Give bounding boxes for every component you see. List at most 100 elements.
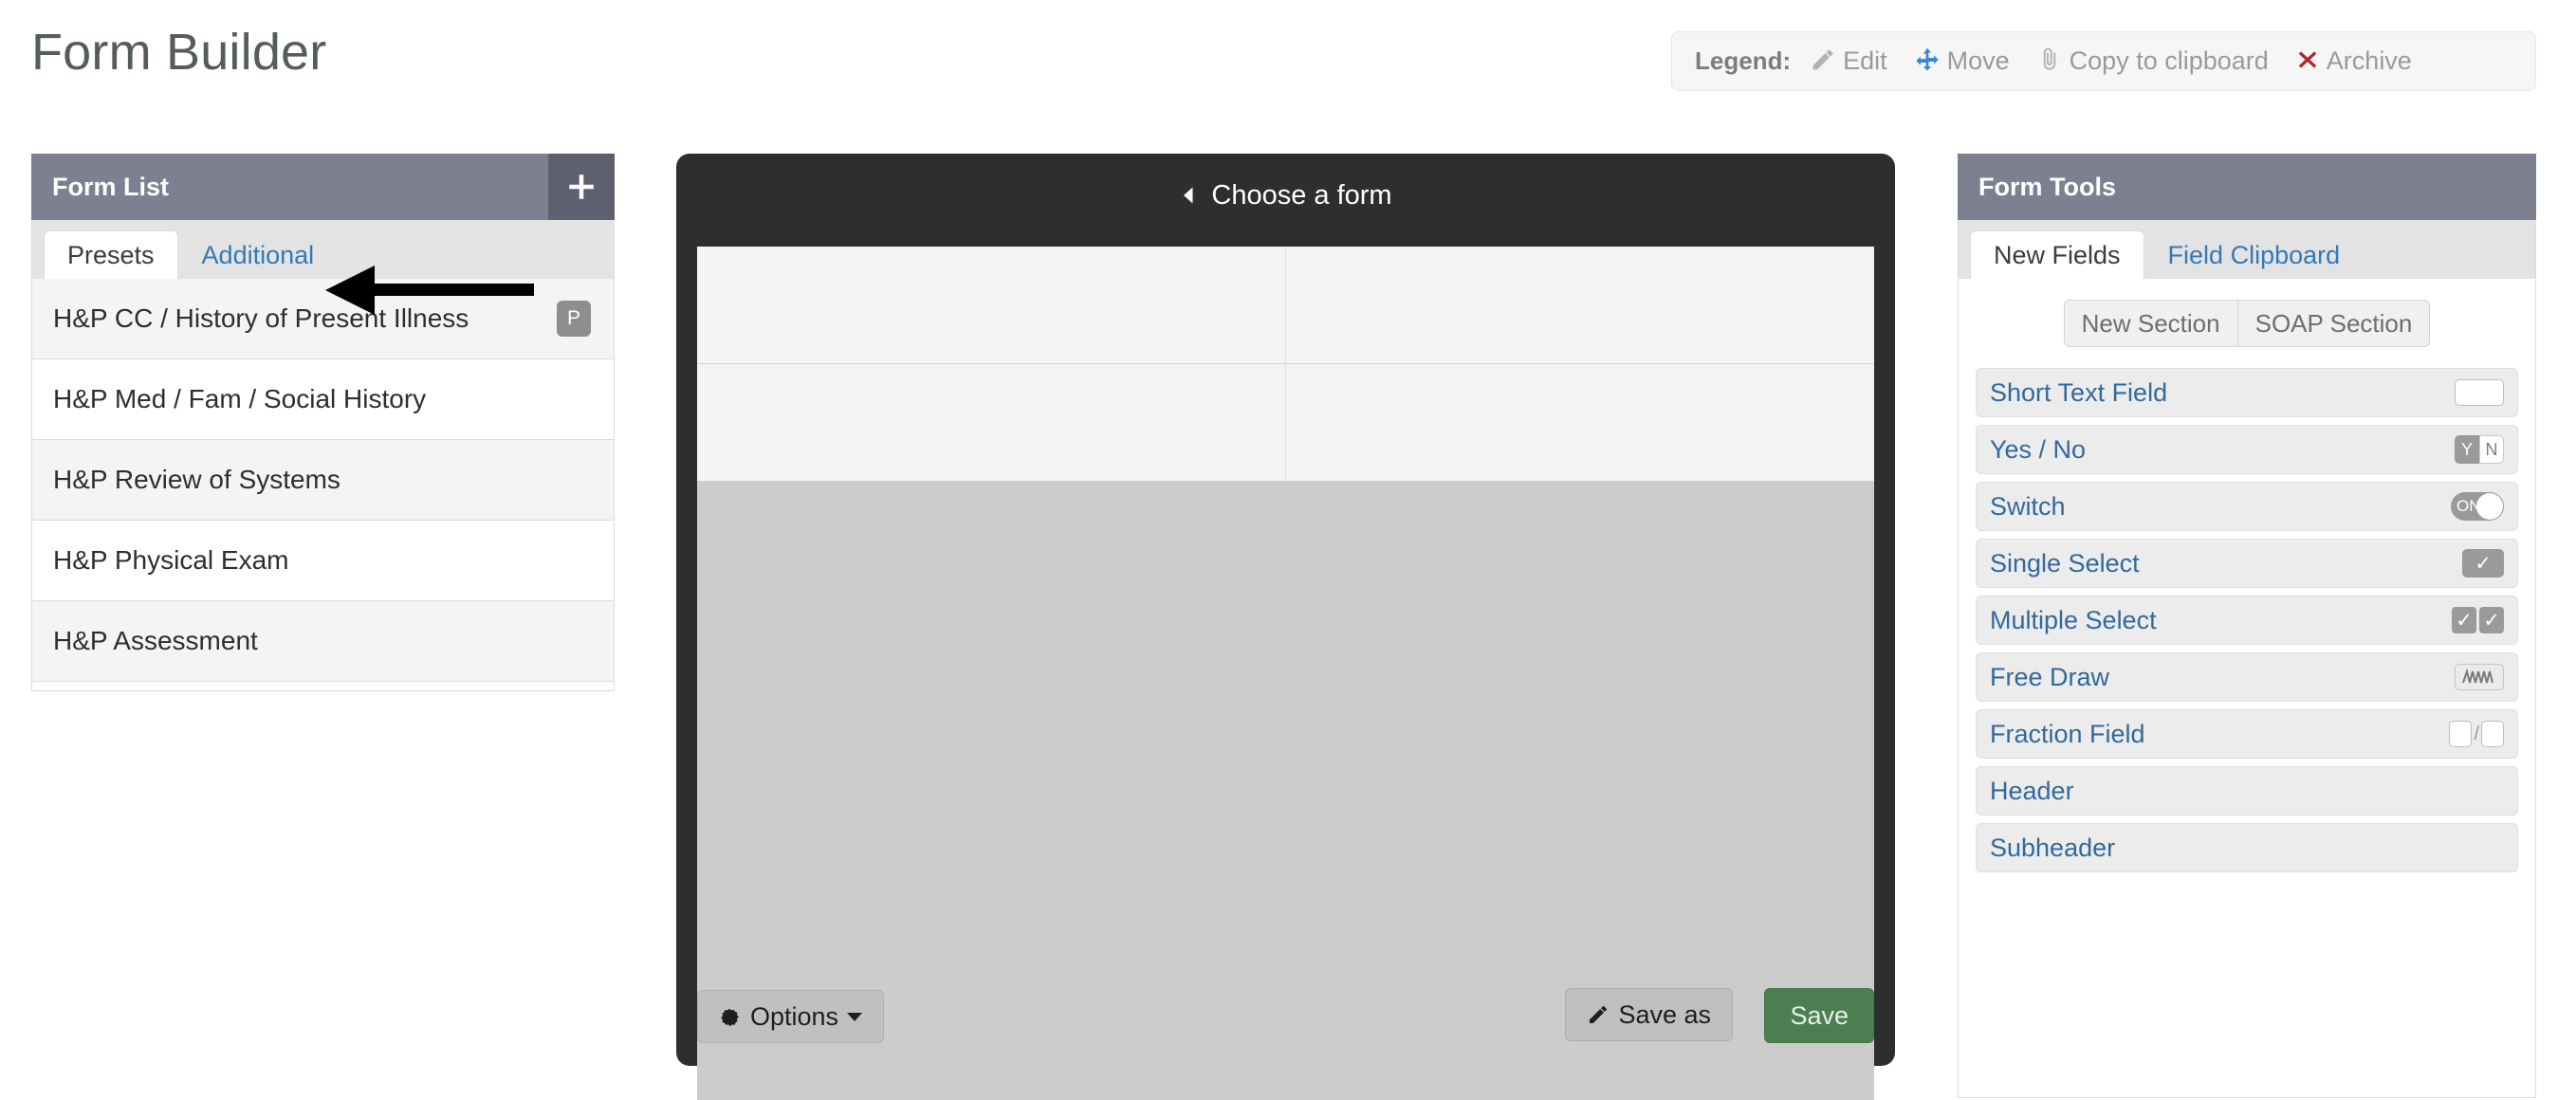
save-as-label: Save as bbox=[1618, 999, 1711, 1029]
field-label: Short Text Field bbox=[1990, 377, 2168, 407]
field-item-short-text[interactable]: Short Text Field bbox=[1976, 368, 2518, 417]
field-label: Free Draw bbox=[1990, 662, 2110, 691]
list-item-label: H&P Med / Fam / Social History bbox=[53, 384, 427, 413]
list-item[interactable]: H&P Assessment bbox=[32, 601, 614, 682]
plus-icon bbox=[569, 174, 594, 199]
field-label: Subheader bbox=[1990, 833, 2116, 862]
list-item-label: H&P Review of Systems bbox=[53, 465, 340, 494]
form-tools-panel: Form Tools New Fields Field Clipboard Ne… bbox=[1958, 154, 2536, 1098]
x-mark-icon bbox=[2295, 47, 2320, 76]
pencil-icon bbox=[1810, 46, 1836, 77]
field-label: Fraction Field bbox=[1990, 719, 2145, 748]
legend-item-copy: Copy to clipboard bbox=[2036, 46, 2269, 77]
legend-copy-label: Copy to clipboard bbox=[2069, 46, 2269, 75]
yes-badge: Y bbox=[2455, 435, 2479, 464]
fraction-slash: / bbox=[2474, 723, 2479, 744]
form-list-panel: Form List Presets Additional H&P CC / Hi… bbox=[31, 154, 615, 691]
legend-box: Legend: Edit Move Copy to clipboard Arch… bbox=[1671, 31, 2536, 91]
canvas-cell[interactable] bbox=[1285, 247, 1874, 364]
tab-additional[interactable]: Additional bbox=[178, 230, 339, 280]
yes-no-toggle-icon: Y N bbox=[2455, 435, 2504, 464]
legend-item-edit: Edit bbox=[1810, 46, 1887, 77]
list-item[interactable]: H&P Med / Fam / Social History bbox=[32, 359, 614, 440]
soap-section-button[interactable]: SOAP Section bbox=[2236, 300, 2431, 347]
preset-badge: P bbox=[557, 301, 591, 337]
field-item-free-draw[interactable]: Free Draw bbox=[1976, 652, 2518, 702]
form-list-title: Form List bbox=[52, 172, 170, 201]
annotation-arrow bbox=[325, 266, 534, 315]
save-label: Save bbox=[1790, 1000, 1849, 1030]
page-title: Form Builder bbox=[31, 24, 327, 81]
switch-icon: ON bbox=[2451, 492, 2504, 521]
form-tools-header: Form Tools bbox=[1958, 154, 2536, 220]
field-item-single-select[interactable]: Single Select ✓ bbox=[1976, 539, 2518, 588]
arrow-left-icon bbox=[1184, 187, 1193, 204]
multi-checkbox-icon: ✓ ✓ bbox=[2449, 607, 2504, 633]
form-tools-body: New Section SOAP Section Short Text Fiel… bbox=[1958, 279, 2536, 1098]
pencil-icon bbox=[1590, 1006, 1608, 1023]
new-section-button[interactable]: New Section bbox=[2063, 300, 2237, 347]
tab-field-clipboard[interactable]: Field Clipboard bbox=[2144, 230, 2364, 280]
chevron-down-icon bbox=[847, 1012, 863, 1021]
field-label: Switch bbox=[1990, 491, 2066, 521]
list-item[interactable]: H&P Plan bbox=[32, 682, 614, 690]
form-tools-title: Form Tools bbox=[1978, 172, 2116, 201]
form-list-items: H&P CC / History of Present Illness P H&… bbox=[31, 279, 615, 691]
field-label: Header bbox=[1990, 776, 2074, 805]
checkmark-glyph: ✓ bbox=[2462, 549, 2504, 578]
canvas-cell[interactable] bbox=[1285, 364, 1874, 482]
list-item[interactable]: H&P Review of Systems bbox=[32, 440, 614, 521]
legend-label: Legend: bbox=[1695, 46, 1792, 75]
field-item-switch[interactable]: Switch ON bbox=[1976, 482, 2518, 531]
field-item-header[interactable]: Header bbox=[1976, 766, 2518, 816]
field-label: Yes / No bbox=[1990, 434, 2087, 464]
gear-icon bbox=[721, 1008, 739, 1027]
top-bar: Form Builder Legend: Edit Move Copy to c… bbox=[0, 0, 2576, 133]
field-label: Single Select bbox=[1990, 548, 2140, 578]
options-label: Options bbox=[750, 1001, 839, 1031]
field-item-multiple-select[interactable]: Multiple Select ✓ ✓ bbox=[1976, 596, 2518, 645]
canvas-cell[interactable] bbox=[697, 364, 1286, 482]
denominator-box bbox=[2481, 721, 2504, 747]
save-as-button[interactable]: Save as bbox=[1565, 988, 1733, 1041]
scribble-icon bbox=[2455, 664, 2504, 690]
list-item-label: H&P Assessment bbox=[53, 626, 258, 655]
editor-footer: Options Save as Save bbox=[676, 977, 1895, 1066]
form-canvas[interactable] bbox=[697, 247, 1874, 1100]
save-button[interactable]: Save bbox=[1764, 988, 1874, 1043]
choose-a-form-label: Choose a form bbox=[1211, 179, 1392, 211]
section-button-group: New Section SOAP Section bbox=[1959, 279, 2535, 364]
canvas-row bbox=[697, 247, 1874, 364]
legend-archive-label: Archive bbox=[2326, 46, 2412, 75]
field-item-yes-no[interactable]: Yes / No Y N bbox=[1976, 425, 2518, 474]
move-arrows-icon bbox=[1914, 46, 1941, 77]
checkmark-glyph: ✓ bbox=[2479, 607, 2504, 633]
legend-move-label: Move bbox=[1946, 46, 2010, 75]
field-item-subheader[interactable]: Subheader bbox=[1976, 823, 2518, 872]
legend-edit-label: Edit bbox=[1843, 46, 1887, 75]
text-input-icon bbox=[2455, 379, 2504, 406]
choose-a-form-header[interactable]: Choose a form bbox=[676, 154, 1895, 237]
checkmark-glyph: ✓ bbox=[2452, 607, 2476, 633]
field-label: Multiple Select bbox=[1990, 605, 2157, 634]
form-list-header: Form List bbox=[31, 154, 615, 220]
paperclip-icon bbox=[2036, 46, 2063, 77]
list-item[interactable]: H&P Physical Exam bbox=[32, 521, 614, 601]
field-item-fraction[interactable]: Fraction Field / bbox=[1976, 709, 2518, 759]
switch-knob bbox=[2476, 493, 2503, 520]
list-item-label: H&P Physical Exam bbox=[53, 545, 289, 575]
add-form-button[interactable] bbox=[548, 154, 615, 220]
tab-presets[interactable]: Presets bbox=[44, 230, 178, 280]
fraction-icon: / bbox=[2449, 721, 2504, 747]
form-tools-tabs: New Fields Field Clipboard bbox=[1958, 220, 2536, 280]
tab-new-fields[interactable]: New Fields bbox=[1970, 230, 2144, 280]
legend-item-move: Move bbox=[1914, 46, 2010, 77]
options-button[interactable]: Options bbox=[697, 990, 885, 1043]
numerator-box bbox=[2449, 721, 2473, 747]
form-editor-panel: Choose a form Options Save as Save bbox=[676, 154, 1895, 1100]
no-badge: N bbox=[2479, 435, 2504, 464]
canvas-cell[interactable] bbox=[697, 247, 1286, 364]
canvas-row bbox=[697, 364, 1874, 482]
field-list: Short Text Field Yes / No Y N Switch ON bbox=[1959, 364, 2535, 872]
legend-item-archive: Archive bbox=[2295, 46, 2412, 76]
